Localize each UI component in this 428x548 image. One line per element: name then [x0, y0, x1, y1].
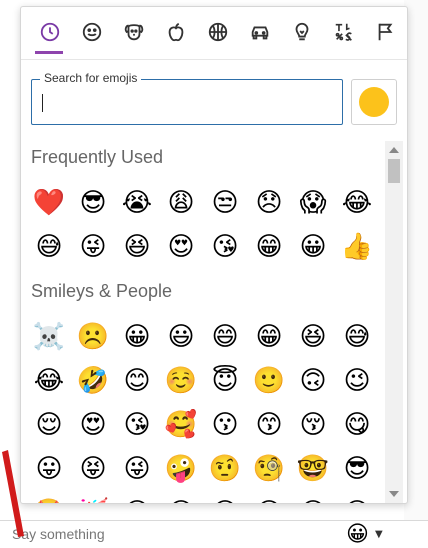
emoji-button[interactable]: ☹️: [71, 315, 115, 359]
emoji-button[interactable]: 🤣: [71, 359, 115, 403]
emoji-picker: Search for emojis Frequently Used ❤️ 😎 😭 😩 😒…: [20, 6, 408, 504]
emoji-button[interactable]: 😭: [115, 181, 159, 225]
emoji-button[interactable]: ❤️: [27, 181, 71, 225]
tab-food-apple-icon[interactable]: [161, 17, 191, 47]
search-box[interactable]: Search for emojis: [31, 71, 343, 125]
emoji-button[interactable]: 😍: [159, 225, 203, 269]
emoji-button[interactable]: 😱: [291, 181, 335, 225]
emoji-button[interactable]: 😂: [27, 359, 71, 403]
emoji-button[interactable]: 🤪: [159, 447, 203, 491]
emoji-button[interactable]: ☺️: [159, 359, 203, 403]
smileys-people-grid: ☠️☹️😀😃😄😁😆😅 😂🤣😊☺️😇🙂🙃😉 😌😍😘🥰😗😙😚😋 😛😝😜🤪🤨🧐🤓😎 🤩🥳😏😒😞…: [27, 315, 379, 503]
emoji-button[interactable]: 🥰: [159, 403, 203, 447]
tab-activity-basketball-icon[interactable]: [203, 17, 233, 47]
tab-flags-flag-icon[interactable]: [371, 17, 401, 47]
emoji-button[interactable]: 😇: [203, 359, 247, 403]
emoji-button[interactable]: 😆: [291, 315, 335, 359]
emoji-toggle-smiley-icon: 😀: [346, 521, 369, 547]
emoji-button[interactable]: 🤓: [291, 447, 335, 491]
emoji-button[interactable]: 😀: [291, 225, 335, 269]
emoji-button[interactable]: 😞: [203, 491, 247, 503]
emoji-button[interactable]: 😄: [203, 315, 247, 359]
emoji-button[interactable]: 😅: [335, 315, 379, 359]
emoji-button[interactable]: 😎: [335, 447, 379, 491]
section-title-smileys-people: Smileys & People: [31, 281, 173, 301]
emoji-button[interactable]: 😘: [203, 225, 247, 269]
emoji-button[interactable]: 😌: [27, 403, 71, 447]
emoji-button[interactable]: 😞: [247, 181, 291, 225]
emoji-button[interactable]: 😝: [71, 447, 115, 491]
scroll-up-arrow-icon[interactable]: [389, 147, 399, 153]
emoji-button[interactable]: 😘: [115, 403, 159, 447]
tab-objects-lightbulb-icon[interactable]: [287, 17, 317, 47]
emoji-button[interactable]: 🧐: [247, 447, 291, 491]
scroll-thumb[interactable]: [388, 159, 400, 183]
skin-tone-button[interactable]: [351, 79, 397, 125]
emoji-button[interactable]: 😒: [203, 181, 247, 225]
emoji-button[interactable]: 🙃: [291, 359, 335, 403]
emoji-button[interactable]: 😚: [291, 403, 335, 447]
active-tab-indicator: [35, 51, 63, 54]
emoji-button[interactable]: 🥳: [71, 491, 115, 503]
emoji-button[interactable]: 😋: [335, 403, 379, 447]
emoji-button[interactable]: 😁: [247, 225, 291, 269]
emoji-button[interactable]: 😀: [115, 315, 159, 359]
scroll-down-arrow-icon[interactable]: [389, 491, 399, 497]
emoji-button[interactable]: 😗: [203, 403, 247, 447]
emoji-picker-toggle-button[interactable]: 😀 ▼: [340, 521, 402, 547]
emoji-button[interactable]: 😎: [71, 181, 115, 225]
emoji-button[interactable]: 😏: [115, 491, 159, 503]
section-title-frequently-used: Frequently Used: [31, 147, 164, 167]
tab-animals-dog-icon[interactable]: [119, 17, 149, 47]
emoji-button[interactable]: 🤩: [27, 491, 71, 503]
emoji-button[interactable]: 🙂: [247, 359, 291, 403]
emoji-button[interactable]: 😃: [159, 315, 203, 359]
emoji-button[interactable]: 😂: [335, 181, 379, 225]
emoji-button[interactable]: 😕: [335, 491, 379, 503]
emoji-button[interactable]: ☠️: [27, 315, 71, 359]
emoji-button[interactable]: 😆: [115, 225, 159, 269]
category-tabs: [21, 7, 407, 60]
tab-recent-clock-icon[interactable]: [35, 17, 65, 47]
dropdown-caret-icon: ▼: [374, 528, 383, 540]
tab-symbols-symbols-icon[interactable]: [329, 17, 359, 47]
tab-travel-car-icon[interactable]: [245, 17, 275, 47]
search-label: Search for emojis: [40, 71, 142, 85]
emoji-button[interactable]: 😍: [71, 403, 115, 447]
emoji-scrollbar[interactable]: [385, 141, 403, 503]
skin-tone-swatch: [359, 87, 389, 117]
emoji-button[interactable]: 😒: [159, 491, 203, 503]
tab-smileys-smiley-icon[interactable]: [77, 17, 107, 47]
emoji-button[interactable]: 😙: [247, 403, 291, 447]
emoji-button[interactable]: 😉: [335, 359, 379, 403]
message-placeholder: Say something: [12, 526, 105, 542]
emoji-button[interactable]: 😛: [27, 447, 71, 491]
emoji-button[interactable]: 😜: [115, 447, 159, 491]
emoji-button[interactable]: 🤨: [203, 447, 247, 491]
text-cursor: [42, 94, 43, 112]
emoji-list: Frequently Used ❤️ 😎 😭 😩 😒 😞 😱 😂 😅 😜 😆 😍 😘 😁 😀 👍 Smiley…: [21, 141, 383, 503]
emoji-button[interactable]: 😜: [71, 225, 115, 269]
search-input[interactable]: [38, 88, 332, 116]
emoji-button[interactable]: 😩: [159, 181, 203, 225]
emoji-button[interactable]: 😟: [291, 491, 335, 503]
emoji-button[interactable]: 😊: [115, 359, 159, 403]
emoji-button[interactable]: 😅: [27, 225, 71, 269]
emoji-button[interactable]: 😔: [247, 491, 291, 503]
emoji-button[interactable]: 👍: [335, 225, 379, 269]
emoji-button[interactable]: 😁: [247, 315, 291, 359]
frequently-used-grid: ❤️ 😎 😭 😩 😒 😞 😱 😂 😅 😜 😆 😍 😘 😁 😀 👍: [27, 181, 379, 269]
